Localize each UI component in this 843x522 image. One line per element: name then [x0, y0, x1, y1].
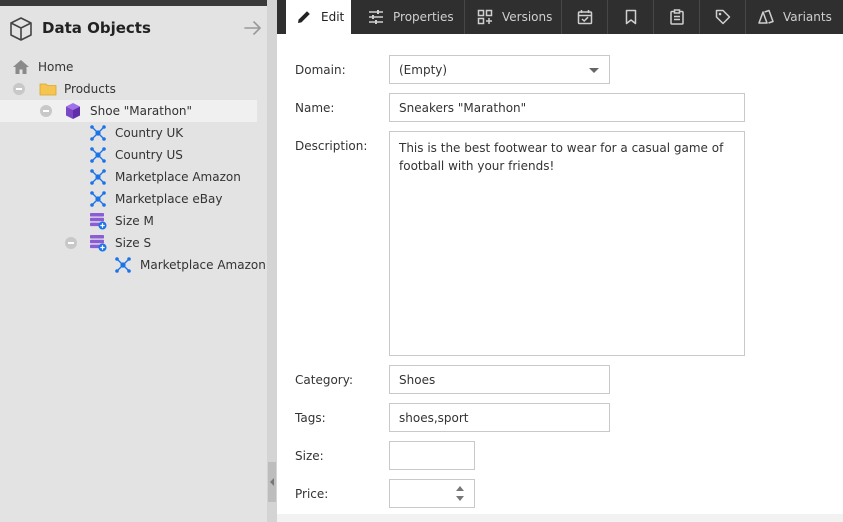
panel-splitter[interactable]: [267, 0, 277, 522]
tree-item-country-us[interactable]: Country US: [0, 144, 257, 166]
versions-grid-icon: [477, 9, 493, 25]
data-objects-panel: Data Objects Home Products Shoe "Maratho…: [0, 0, 267, 522]
domain-label: Domain:: [295, 63, 346, 77]
tab-versions[interactable]: Versions: [465, 0, 562, 34]
tab-label: Properties: [393, 10, 454, 24]
data-objects-cube-icon: [10, 17, 32, 41]
category-input-value: Shoes: [399, 373, 436, 387]
tree-item-home[interactable]: Home: [0, 56, 257, 78]
server-stack-icon: [90, 213, 107, 230]
tab-label: Edit: [321, 10, 345, 24]
tree-item-marketplace-ebay[interactable]: Marketplace eBay: [0, 188, 257, 210]
collapse-arrow-icon[interactable]: [243, 19, 263, 37]
collapse-toggle-icon[interactable]: [40, 105, 52, 117]
name-label: Name:: [295, 101, 335, 115]
tab-schedule[interactable]: [562, 0, 608, 34]
tab-properties[interactable]: Properties: [351, 0, 465, 34]
panel-footer-strip: [277, 514, 843, 522]
description-textarea[interactable]: This is the best footwear to wear for a …: [389, 131, 745, 356]
collapse-toggle-icon[interactable]: [65, 237, 77, 249]
chevron-down-icon: [589, 68, 599, 73]
clipboard-icon: [670, 9, 684, 25]
category-input[interactable]: Shoes: [389, 365, 610, 394]
editor-panel: Edit Properties Versions Variants Domain…: [277, 0, 843, 522]
variants-icon: [758, 9, 774, 24]
editor-tab-bar: Edit Properties Versions Variants: [277, 0, 843, 34]
tree-item-size-s[interactable]: Size S: [0, 232, 257, 254]
panel-title: Data Objects: [42, 19, 151, 37]
tab-tasks[interactable]: [654, 0, 700, 34]
variant-hub-icon: [115, 257, 131, 273]
size-label: Size:: [295, 449, 324, 463]
bookmark-icon: [625, 9, 637, 25]
description-label: Description:: [295, 139, 368, 153]
tree-item-label: Country UK: [115, 126, 184, 140]
tree-item-label: Marketplace eBay: [115, 192, 223, 206]
tab-label: Variants: [783, 10, 832, 24]
tree-item-label: Country US: [115, 148, 183, 162]
tree-item-marketplace-amazon[interactable]: Marketplace Amazon: [0, 166, 257, 188]
tree-item-label: Home: [38, 60, 74, 74]
tab-bookmark[interactable]: [608, 0, 654, 34]
name-input[interactable]: Sneakers "Marathon": [389, 93, 745, 122]
decrement-arrow-icon[interactable]: [456, 496, 464, 501]
increment-arrow-icon[interactable]: [456, 486, 464, 491]
tree-item-label: Products: [64, 82, 116, 96]
tab-variants[interactable]: Variants: [746, 0, 843, 34]
variant-hub-icon: [90, 125, 106, 141]
tab-edit[interactable]: Edit: [286, 0, 351, 34]
tree-item-shoe-marathon[interactable]: Shoe "Marathon": [0, 100, 257, 122]
calendar-check-icon: [577, 10, 593, 25]
variant-hub-icon: [90, 147, 106, 163]
tree-item-size-m[interactable]: Size M: [0, 210, 257, 232]
name-input-value: Sneakers "Marathon": [399, 101, 527, 115]
sliders-icon: [369, 10, 383, 24]
pencil-icon: [298, 11, 310, 23]
server-stack-icon: [90, 235, 107, 252]
tree-item-label: Marketplace Amazon: [140, 258, 266, 272]
tags-label: Tags:: [295, 411, 326, 425]
domain-select[interactable]: (Empty): [389, 55, 610, 84]
price-number-input[interactable]: [389, 479, 475, 508]
price-label: Price:: [295, 487, 329, 501]
domain-selected-value: (Empty): [399, 63, 448, 77]
tab-label: Versions: [502, 10, 553, 24]
tree-item-label: Size M: [115, 214, 154, 228]
tree-item-products[interactable]: Products: [0, 78, 257, 100]
tab-tags[interactable]: [700, 0, 746, 34]
description-text: This is the best footwear to wear for a …: [399, 141, 724, 173]
home-icon: [13, 60, 29, 74]
category-label: Category:: [295, 373, 353, 387]
collapse-toggle-icon[interactable]: [13, 83, 25, 95]
variant-hub-icon: [90, 169, 106, 185]
folder-icon: [39, 83, 57, 96]
tree-item-label: Size S: [115, 236, 152, 250]
tree-item-country-uk[interactable]: Country UK: [0, 122, 257, 144]
size-input[interactable]: [389, 441, 475, 470]
panel-header: Data Objects: [0, 6, 267, 50]
tags-input-value: shoes,sport: [399, 411, 469, 425]
product-cube-icon: [66, 103, 80, 119]
tag-icon: [715, 9, 731, 25]
tree-item-label: Shoe "Marathon": [90, 104, 193, 118]
tree-item-size-s-marketplace-amazon[interactable]: Marketplace Amazon: [0, 254, 266, 276]
variant-hub-icon: [90, 191, 106, 207]
collapse-left-handle[interactable]: [268, 462, 276, 502]
tags-input[interactable]: shoes,sport: [389, 403, 610, 432]
tree-item-label: Marketplace Amazon: [115, 170, 241, 184]
